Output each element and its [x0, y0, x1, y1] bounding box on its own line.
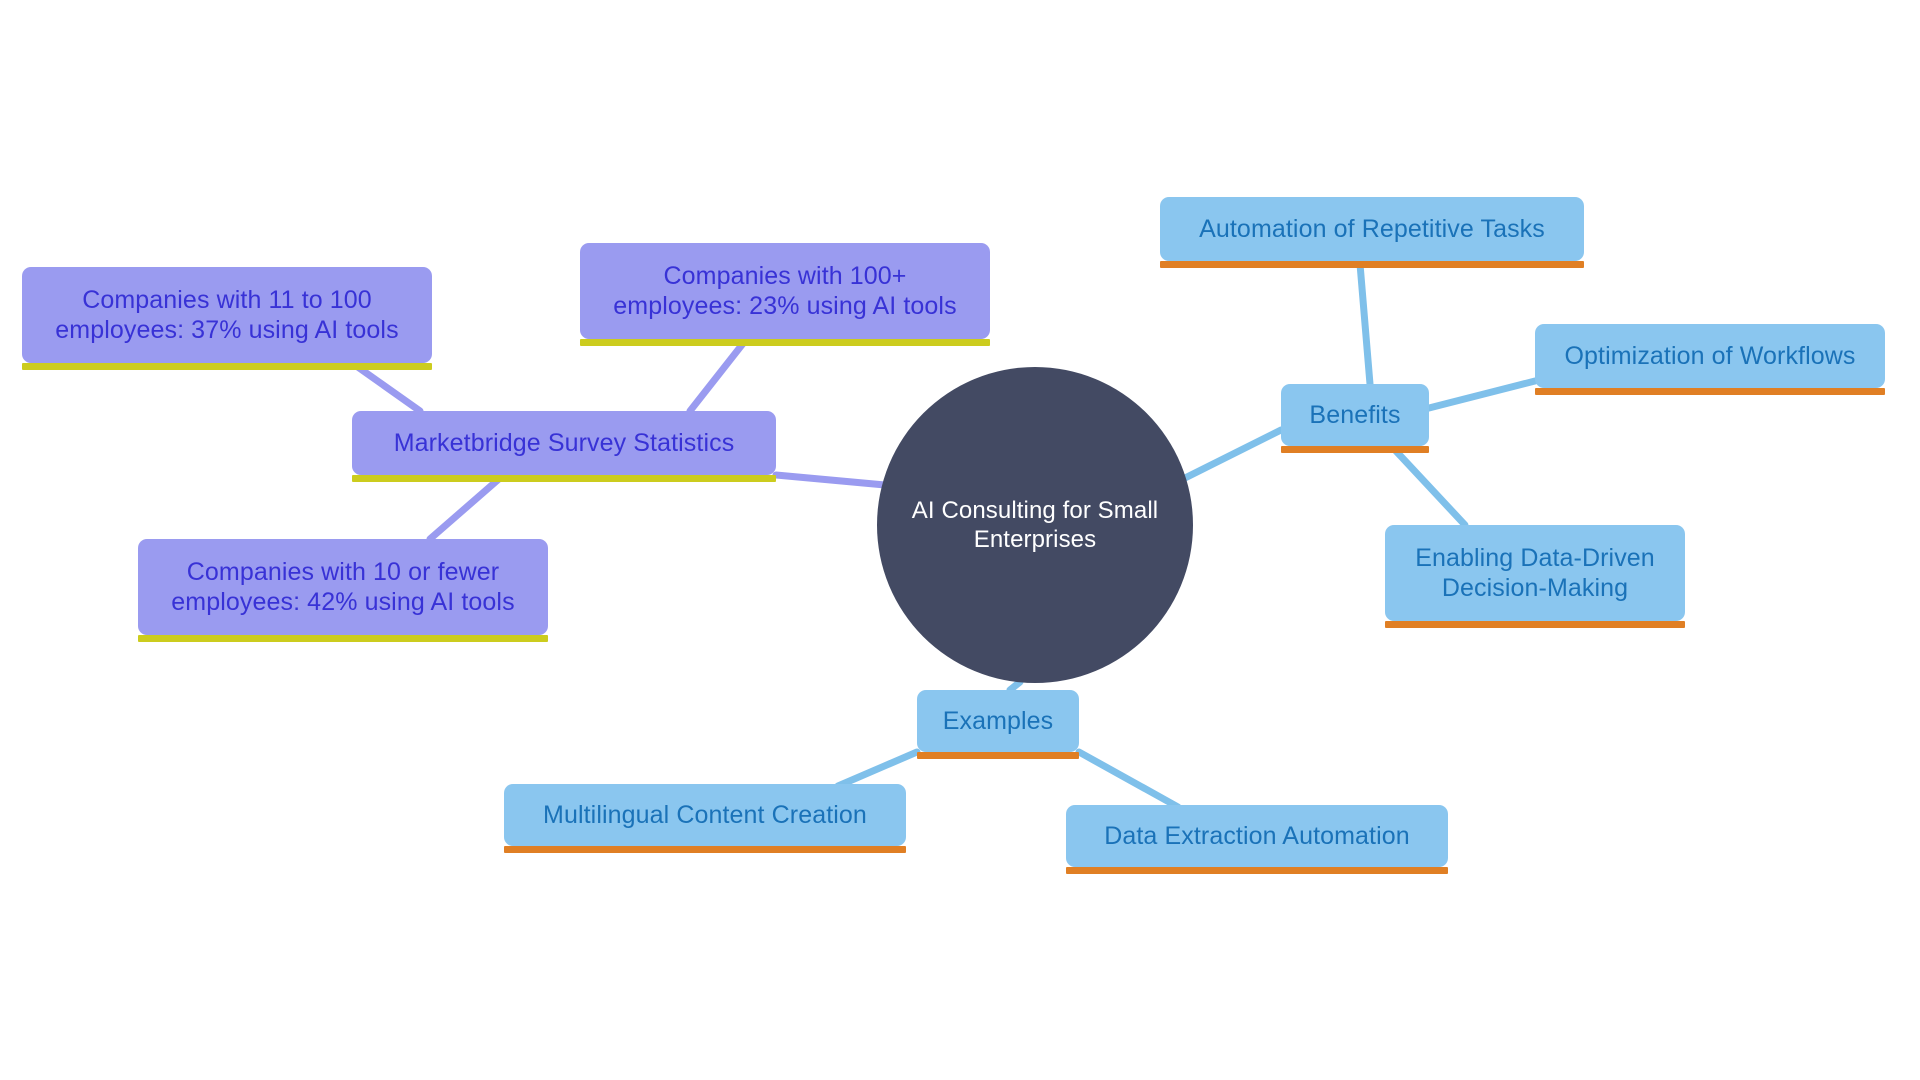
node-underline-multilingual	[504, 846, 906, 853]
node-underline-benefits	[1281, 446, 1429, 453]
node-data-driven[interactable]: Enabling Data-Driven Decision-Making	[1385, 525, 1685, 621]
node-data-extraction[interactable]: Data Extraction Automation	[1066, 805, 1448, 867]
edge-benefits-to-automation-tasks	[1356, 260, 1374, 388]
mindmap-canvas: AI Consulting for Small Enterprises Marke…	[0, 0, 1920, 1080]
edge-examples-to-data-extraction	[1075, 748, 1182, 811]
node-underline-stat-10-fewer	[138, 635, 548, 642]
node-benefits[interactable]: Benefits	[1281, 384, 1429, 446]
root-node[interactable]: AI Consulting for Small Enterprises	[877, 367, 1193, 683]
edge-root-to-examples	[1006, 678, 1024, 694]
node-underline-automation-tasks	[1160, 261, 1584, 268]
edge-benefits-to-data-driven	[1391, 446, 1469, 529]
edge-marketbridge-to-stat-10-fewer	[426, 474, 504, 543]
edge-root-to-benefits	[1181, 426, 1285, 482]
node-underline-examples	[917, 752, 1079, 759]
node-automation-tasks[interactable]: Automation of Repetitive Tasks	[1160, 197, 1584, 261]
edge-examples-to-multilingual	[834, 748, 921, 790]
node-underline-optimization-workflows	[1535, 388, 1885, 395]
node-underline-stat-100-plus	[580, 339, 990, 346]
node-underline-data-driven	[1385, 621, 1685, 628]
node-multilingual[interactable]: Multilingual Content Creation	[504, 784, 906, 846]
edge-benefits-to-optimization-workflows	[1425, 377, 1539, 412]
edge-marketbridge-to-stat-100-plus	[686, 337, 749, 415]
edge-root-to-marketbridge	[772, 471, 889, 489]
node-marketbridge[interactable]: Marketbridge Survey Statistics	[352, 411, 776, 475]
node-examples[interactable]: Examples	[917, 690, 1079, 752]
node-underline-marketbridge	[352, 475, 776, 482]
edge-marketbridge-to-stat-11-100	[351, 361, 424, 415]
node-optimization-workflows[interactable]: Optimization of Workflows	[1535, 324, 1885, 388]
node-stat-100-plus[interactable]: Companies with 100+ employees: 23% using…	[580, 243, 990, 339]
node-underline-data-extraction	[1066, 867, 1448, 874]
node-stat-11-100[interactable]: Companies with 11 to 100 employees: 37% …	[22, 267, 432, 363]
node-stat-10-fewer[interactable]: Companies with 10 or fewer employees: 42…	[138, 539, 548, 635]
node-underline-stat-11-100	[22, 363, 432, 370]
